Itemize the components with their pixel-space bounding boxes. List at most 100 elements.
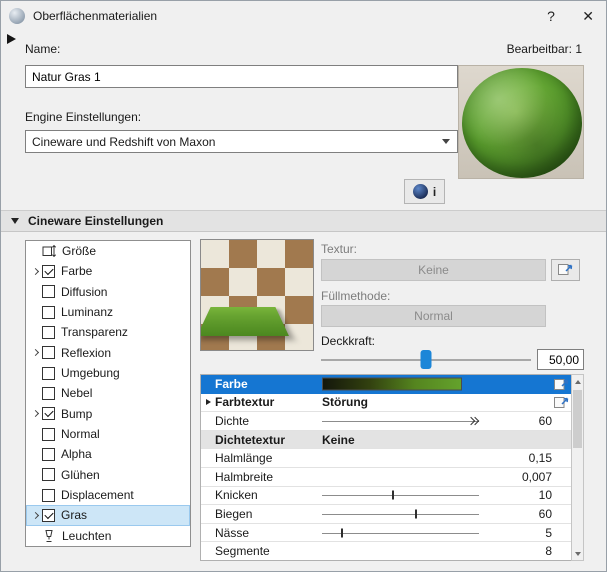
material-preview: [458, 65, 584, 179]
property-row-dichtetextur[interactable]: DichtetexturKeine: [201, 431, 571, 450]
expand-arrow-icon[interactable]: [29, 350, 42, 355]
channel-item-bump[interactable]: Bump: [26, 404, 190, 424]
property-row-dichte[interactable]: Dichte60: [201, 412, 571, 431]
property-row-farbtextur[interactable]: FarbtexturStörung: [201, 394, 571, 413]
vertical-scrollbar[interactable]: [571, 374, 584, 561]
slider-marker[interactable]: [392, 491, 394, 500]
channel-item-glühen[interactable]: Glühen: [26, 465, 190, 485]
scrollbar-thumb[interactable]: [573, 390, 582, 448]
slider-thumb[interactable]: [421, 350, 432, 369]
channel-checkbox-reflexion[interactable]: [42, 346, 55, 359]
channel-checkbox-umgebung[interactable]: [42, 367, 55, 380]
channel-checkbox-luminanz[interactable]: [42, 306, 55, 319]
property-value: 0,007: [522, 470, 552, 484]
expand-arrow-icon[interactable]: [29, 269, 42, 274]
property-label: Segmente: [215, 544, 319, 558]
channel-item-displacement[interactable]: Displacement: [26, 485, 190, 505]
material-name-input[interactable]: [25, 65, 458, 88]
channel-checkbox-normal[interactable]: [42, 428, 55, 441]
channel-checkbox-bump[interactable]: [42, 407, 55, 420]
color-gradient-swatch[interactable]: [322, 377, 462, 390]
texture-icon[interactable]: [554, 377, 569, 391]
channel-label: Luminanz: [61, 305, 113, 319]
channel-label: Größe: [62, 244, 96, 258]
channel-label: Transparenz: [61, 325, 128, 339]
engine-settings-label: Engine Einstellungen:: [25, 110, 141, 124]
channel-item-normal[interactable]: Normal: [26, 424, 190, 444]
expand-arrow-icon[interactable]: [29, 513, 42, 518]
channel-checkbox-nebel[interactable]: [42, 387, 55, 400]
channel-checkbox-alpha[interactable]: [42, 448, 55, 461]
channel-item-größe[interactable]: Größe: [26, 241, 190, 261]
channel-label: Reflexion: [61, 346, 111, 360]
name-label: Name:: [25, 42, 60, 56]
channel-label: Gras: [61, 508, 87, 522]
property-slider[interactable]: [322, 412, 479, 430]
slider-track: [322, 514, 479, 515]
texture-button[interactable]: Keine: [321, 259, 546, 281]
channel-item-diffusion[interactable]: Diffusion: [26, 282, 190, 302]
scroll-down-button[interactable]: [572, 547, 583, 560]
channel-checkbox-farbe[interactable]: [42, 265, 55, 278]
channel-checkbox-diffusion[interactable]: [42, 285, 55, 298]
channel-label: Nebel: [61, 386, 92, 400]
close-button[interactable]: ✕: [568, 8, 594, 25]
channel-item-luminanz[interactable]: Luminanz: [26, 302, 190, 322]
property-row-farbe[interactable]: Farbe: [201, 375, 571, 394]
slider-marker[interactable]: [468, 416, 480, 426]
grass-ball-image: [462, 68, 582, 178]
section-cineware-settings[interactable]: Cineware Einstellungen: [1, 210, 607, 232]
panel-options-icon[interactable]: [7, 34, 16, 44]
texture-picker-button[interactable]: [551, 259, 580, 281]
property-row-segmente[interactable]: Segmente8: [201, 542, 571, 560]
fill-mode-button[interactable]: Normal: [321, 305, 546, 327]
channel-item-nebel[interactable]: Nebel: [26, 383, 190, 403]
expand-arrow-icon[interactable]: [29, 411, 42, 416]
channel-label: Displacement: [61, 488, 134, 502]
property-slider[interactable]: [322, 487, 479, 505]
texture-icon[interactable]: [554, 395, 569, 409]
property-value: 5: [545, 526, 552, 540]
channel-item-umgebung[interactable]: Umgebung: [26, 363, 190, 383]
channel-checkbox-gras[interactable]: [42, 509, 55, 522]
texture-preview: [200, 239, 314, 351]
property-row-halmlänge[interactable]: Halmlänge0,15: [201, 449, 571, 468]
opacity-value-input[interactable]: [537, 349, 584, 370]
help-button[interactable]: ?: [534, 8, 568, 24]
collapse-arrow-icon: [11, 218, 19, 224]
channel-label: Bump: [61, 407, 92, 421]
channel-label: Diffusion: [61, 285, 107, 299]
editable-count-label: Bearbeitbar: 1: [507, 42, 582, 56]
size-icon: [42, 244, 56, 258]
property-row-biegen[interactable]: Biegen60: [201, 505, 571, 524]
c4d-info-button[interactable]: i: [404, 179, 445, 204]
channel-checkbox-glühen[interactable]: [42, 468, 55, 481]
channel-checkbox-transparenz[interactable]: [42, 326, 55, 339]
channel-item-reflexion[interactable]: Reflexion: [26, 343, 190, 363]
channel-item-alpha[interactable]: Alpha: [26, 444, 190, 464]
lamp-icon: [42, 529, 56, 543]
channel-item-transparenz[interactable]: Transparenz: [26, 322, 190, 342]
opacity-slider[interactable]: [321, 349, 531, 371]
channel-item-farbe[interactable]: Farbe: [26, 261, 190, 281]
cinema4d-icon: [413, 184, 428, 199]
grass-patch-image: [200, 307, 289, 336]
property-label: Farbe: [215, 377, 319, 391]
expand-arrow-icon[interactable]: [201, 399, 215, 405]
scroll-up-button[interactable]: [572, 375, 583, 388]
channel-checkbox-displacement[interactable]: [42, 489, 55, 502]
engine-dropdown[interactable]: Cineware und Redshift von Maxon: [25, 130, 458, 153]
slider-marker[interactable]: [341, 528, 343, 537]
property-row-halmbreite[interactable]: Halmbreite0,007: [201, 468, 571, 487]
property-slider[interactable]: [322, 505, 479, 523]
slider-marker[interactable]: [415, 509, 417, 518]
property-grid: Farbe FarbtexturStörungDichte60Dichtetext…: [200, 374, 571, 561]
property-row-knicken[interactable]: Knicken10: [201, 487, 571, 506]
slider-track: [322, 533, 479, 534]
channel-item-leuchten[interactable]: Leuchten: [26, 526, 190, 546]
property-row-nässe[interactable]: Nässe5: [201, 524, 571, 543]
property-slider[interactable]: [322, 524, 479, 542]
channel-item-gras[interactable]: Gras: [26, 505, 190, 525]
channel-label: Alpha: [61, 447, 92, 461]
arrow-up-icon: [575, 380, 581, 384]
